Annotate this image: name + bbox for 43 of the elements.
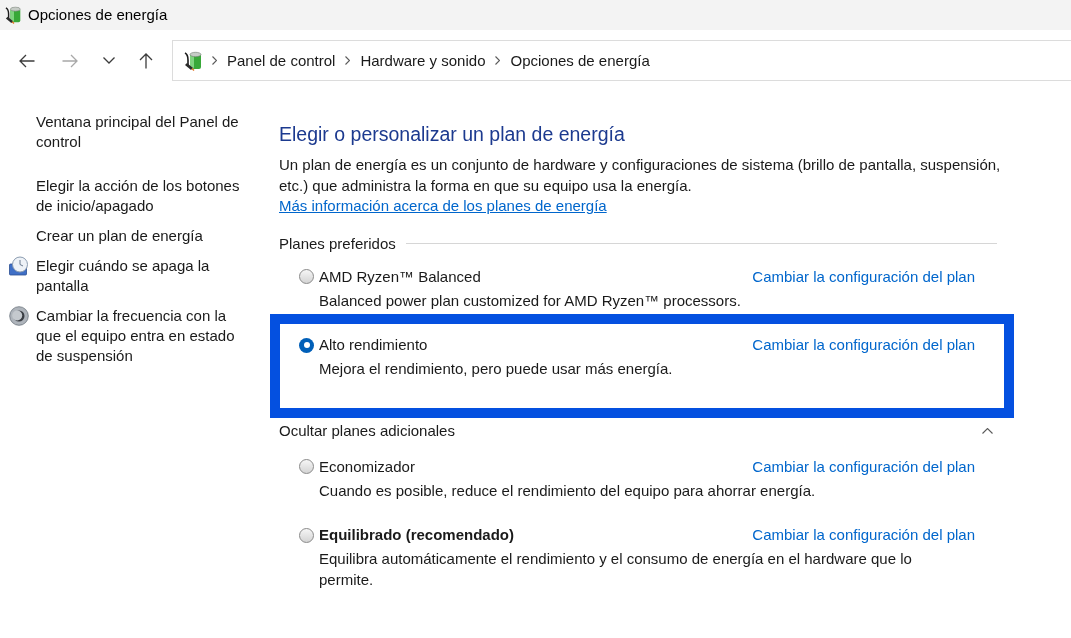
plan-name: Alto rendimiento xyxy=(319,335,428,355)
plan-description: Cuando es posible, reduce el rendimiento del equipo para ahorrar energía. xyxy=(319,480,817,501)
radio-button[interactable] xyxy=(299,527,314,543)
radio-button[interactable] xyxy=(299,269,314,284)
chevron-right-icon xyxy=(495,56,501,65)
plan-name: Economizador xyxy=(319,456,415,477)
chevron-up-icon[interactable] xyxy=(982,427,993,434)
plan-description: Equilibra automáticamente el rendimiento y el consumo de energía en el hardware que lo permite. xyxy=(319,549,913,590)
plan-description: Balanced power plan customized for AMD Ryzen™ processors. xyxy=(319,290,742,311)
page-heading: Elegir o personalizar un plan de energía xyxy=(279,122,626,147)
arrow-up-icon xyxy=(139,52,153,69)
window-title: Opciones de energía xyxy=(28,6,168,24)
learn-more-link[interactable]: Más información acerca de los planes de energía xyxy=(279,197,607,214)
plan-name: AMD Ryzen™ Balanced xyxy=(319,266,481,287)
change-plan-settings-link[interactable]: Cambiar la configuración del plan xyxy=(752,456,975,477)
intro-text: Un plan de energía es un conjunto de hardware y configuraciones de sistema (brillo de pantalla, suspensión, etc.) que administra la forma en que su equipo usa la energía. Más información acerca de los planes de energía xyxy=(279,155,1002,216)
battery-plug-icon xyxy=(5,6,23,24)
monitor-clock-icon xyxy=(9,256,29,276)
change-plan-settings-link[interactable]: Cambiar la configuración del plan xyxy=(752,266,975,287)
breadcrumb-item[interactable]: Panel de control xyxy=(227,50,336,71)
section-label: Planes preferidos xyxy=(279,233,396,254)
sidebar-link[interactable]: Ventana principal del Panel de control xyxy=(36,112,248,152)
arrow-right-icon xyxy=(62,53,78,68)
chevron-down-icon xyxy=(103,57,115,64)
arrow-left-icon xyxy=(19,53,35,68)
sidebar-link[interactable]: Elegir cuándo se apaga la pantalla xyxy=(36,256,248,296)
address-bar[interactable]: Panel de control Hardware y sonido Opciones de energía xyxy=(172,40,1071,81)
change-plan-settings-link[interactable]: Cambiar la configuración del plan xyxy=(752,525,975,545)
chevron-right-icon xyxy=(212,56,217,65)
change-plan-settings-link[interactable]: Cambiar la configuración del plan xyxy=(752,335,975,355)
sidebar-link[interactable]: Cambiar la frecuencia con la que el equipo entra en estado de suspensión xyxy=(36,306,248,366)
chevron-right-icon xyxy=(345,56,351,65)
breadcrumb-item[interactable]: Opciones de energía xyxy=(510,50,650,71)
section-label: Ocultar planes adicionales xyxy=(279,420,455,441)
radio-button[interactable] xyxy=(299,337,314,353)
battery-plug-icon xyxy=(184,50,204,71)
sidebar-link[interactable]: Crear un plan de energía xyxy=(36,226,248,246)
radio-button[interactable] xyxy=(299,459,314,474)
plan-name: Equilibrado (recomendado) xyxy=(319,525,514,545)
plan-description: Mejora el rendimiento, pero puede usar más energía. xyxy=(319,359,674,379)
moon-icon xyxy=(9,306,29,326)
sidebar-link[interactable]: Elegir la acción de los botones de inicio/apagado xyxy=(36,176,248,216)
breadcrumb-item[interactable]: Hardware y sonido xyxy=(360,50,486,71)
